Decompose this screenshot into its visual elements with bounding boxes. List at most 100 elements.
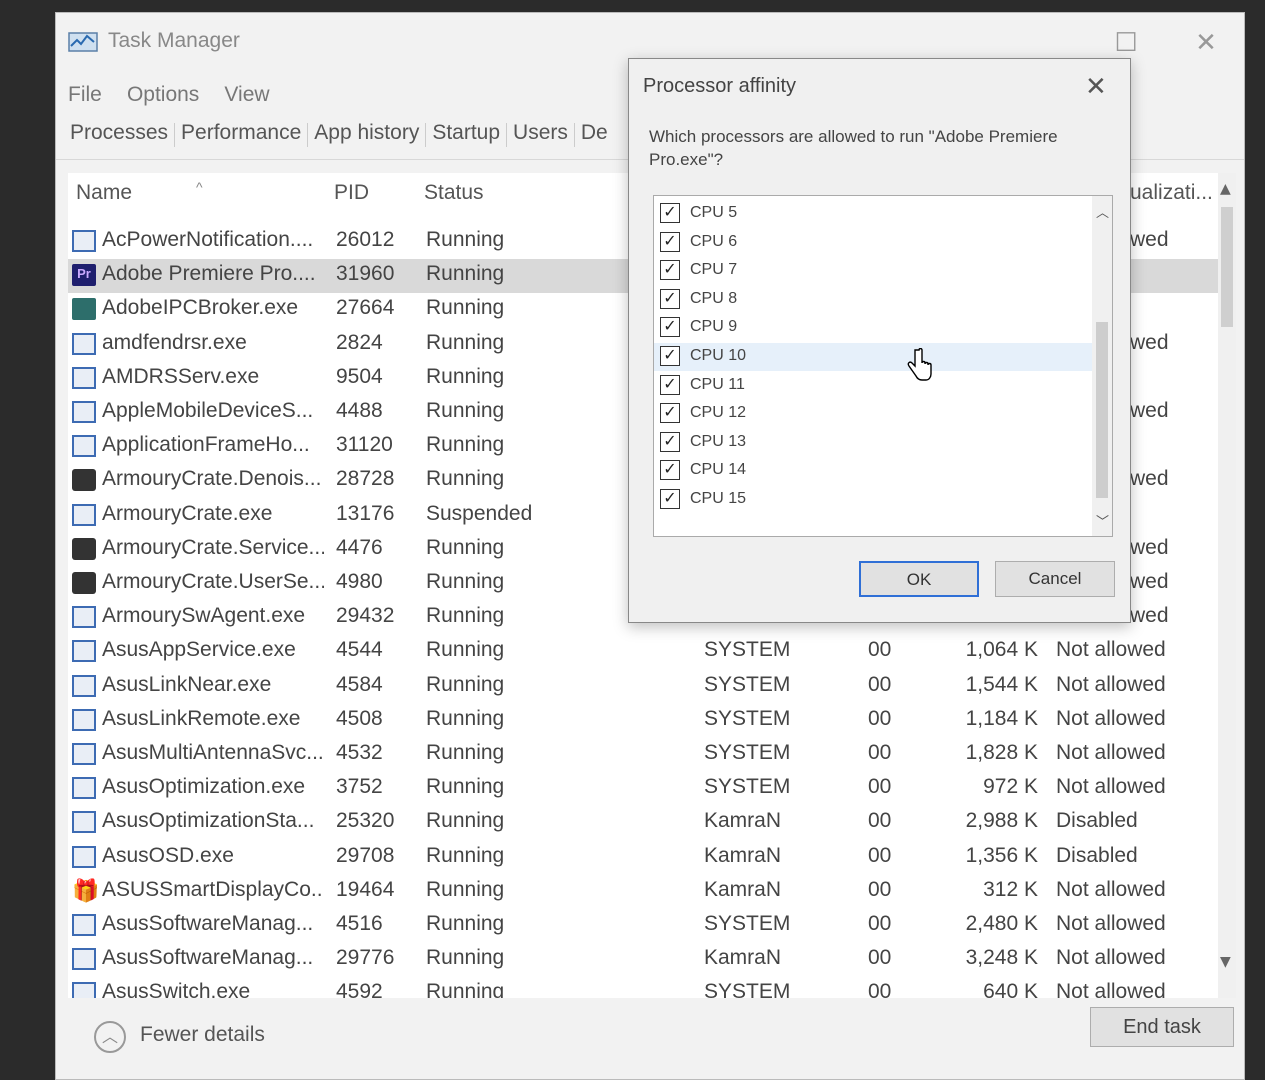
window-app-icon	[72, 948, 96, 971]
table-row[interactable]: AsusOptimizationSta... 25320 Running KamraN…	[68, 806, 1218, 840]
checkbox[interactable]: ✓	[660, 260, 680, 281]
close-button[interactable]: ✕	[1176, 21, 1236, 65]
cpu-label: CPU 5	[690, 204, 738, 221]
checkbox[interactable]: ✓	[660, 317, 680, 338]
menu-options[interactable]: Options	[127, 75, 199, 115]
table-row[interactable]: AsusLinkRemote.exe 4508 Running SYSTEM 00 1,1…	[68, 704, 1218, 738]
process-pid: 4544	[336, 638, 383, 662]
table-row[interactable]: AsusLinkNear.exe 4584 Running SYSTEM 00 1,544…	[68, 670, 1218, 704]
cpu-list-scrollbar[interactable]: ︿ ﹀	[1092, 196, 1112, 536]
table-row[interactable]: 🎁 ASUSSmartDisplayCo... 19464 Running KamraN…	[68, 875, 1218, 909]
process-uac: Not allowed	[1056, 706, 1166, 730]
process-name: ArmouryCrate.UserSe...	[102, 570, 324, 593]
cpu-option[interactable]: ✓ CPU 8	[654, 286, 1092, 314]
checkbox[interactable]: ✓	[660, 203, 680, 223]
process-user: KamraN	[704, 877, 782, 901]
process-pid: 28728	[336, 467, 395, 491]
task-manager-icon	[68, 32, 98, 52]
footer: ︿ Fewer details End task	[56, 1003, 1244, 1080]
menu-view[interactable]: View	[224, 75, 269, 115]
process-cpu: 00	[868, 741, 892, 764]
tab-users[interactable]: Users	[507, 113, 574, 153]
window-app-icon	[72, 708, 96, 731]
cpu-option[interactable]: ✓ CPU 5	[654, 200, 1092, 228]
checkbox[interactable]: ✓	[660, 489, 680, 509]
cpu-option[interactable]: ✓ CPU 15	[654, 486, 1092, 514]
tab-details[interactable]: De	[575, 113, 614, 153]
cpu-option[interactable]: ✓ CPU 12	[654, 400, 1092, 428]
process-user: SYSTEM	[704, 980, 791, 998]
tab-app-history[interactable]: App history	[308, 113, 425, 153]
window-app-icon	[72, 640, 96, 663]
process-status: Running	[426, 570, 505, 593]
cpu-label: CPU 13	[690, 432, 747, 450]
checkbox[interactable]: ✓	[660, 403, 680, 424]
checkbox[interactable]: ✓	[660, 431, 680, 452]
column-header-status[interactable]: Status	[424, 181, 484, 205]
scroll-thumb[interactable]	[1221, 207, 1233, 327]
cpu-scroll-down-icon[interactable]: ﹀	[1096, 511, 1109, 530]
column-header-name[interactable]: Name ^	[76, 179, 203, 205]
process-memory: 2,988 K	[965, 809, 1038, 833]
tab-startup[interactable]: Startup	[426, 113, 506, 153]
cpu-option[interactable]: ✓ CPU 7	[654, 257, 1092, 285]
checkbox[interactable]: ✓	[660, 231, 680, 252]
menu-file[interactable]: File	[68, 75, 102, 115]
checkbox[interactable]: ✓	[660, 374, 680, 395]
ok-button[interactable]: OK	[859, 561, 979, 597]
column-header-pid[interactable]: PID	[334, 181, 369, 205]
process-memory: 312 K	[983, 877, 1038, 901]
table-row[interactable]: AsusSoftwareManag... 29776 Running KamraN 00…	[68, 943, 1218, 977]
table-row[interactable]: AsusMultiAntennaSvc... 4532 Running SYSTEM 0…	[68, 738, 1218, 772]
process-uac: Not allowed	[1056, 980, 1166, 998]
table-row[interactable]: AsusSwitch.exe 4592 Running SYSTEM 00 640 K No…	[68, 977, 1218, 998]
process-name: AMDRSServ.exe	[102, 364, 260, 388]
process-status: Running	[426, 946, 505, 970]
chevron-up-icon[interactable]: ︿	[94, 1021, 126, 1053]
process-name: AsusMultiAntennaSvc...	[102, 741, 324, 764]
window-app-icon	[72, 811, 96, 834]
process-status: Running	[426, 672, 505, 696]
cpu-scroll-up-icon[interactable]: ︿	[1096, 202, 1109, 221]
process-name: AsusSwitch.exe	[102, 980, 251, 998]
checkbox[interactable]: ✓	[660, 346, 680, 366]
tab-processes[interactable]: Processes	[64, 113, 174, 153]
process-user: SYSTEM	[704, 775, 791, 799]
column-header-uac-virtualization[interactable]: ualizati...	[1130, 181, 1213, 205]
fewer-details-link[interactable]: Fewer details	[140, 1023, 265, 1047]
cpu-option[interactable]: ✓ CPU 9	[654, 314, 1092, 342]
process-memory: 1,828 K	[965, 741, 1038, 764]
dialog-close-icon[interactable]: ✕	[1085, 71, 1107, 102]
process-user: SYSTEM	[704, 672, 791, 696]
window-app-icon	[72, 366, 96, 389]
process-cpu: 00	[868, 775, 892, 799]
cpu-option[interactable]: ✓ CPU 13	[654, 429, 1092, 457]
table-row[interactable]: AsusOptimization.exe 3752 Running SYSTEM 00 9…	[68, 772, 1218, 806]
table-row[interactable]: AsusOSD.exe 29708 Running KamraN 00 1,356 K Di…	[68, 841, 1218, 875]
table-row[interactable]: AsusSoftwareManag... 4516 Running SYSTEM 00 2…	[68, 909, 1218, 943]
cpu-label: CPU 14	[690, 461, 747, 479]
cpu-option[interactable]: ✓ CPU 14	[654, 457, 1092, 485]
process-status: Running	[426, 706, 505, 730]
adobe-ipc-icon	[72, 298, 96, 321]
process-memory: 972 K	[983, 775, 1038, 799]
checkbox[interactable]: ✓	[660, 460, 680, 481]
cancel-button[interactable]: Cancel	[995, 561, 1115, 597]
dialog-question: Which processors are allowed to run "Ado…	[649, 127, 1058, 169]
table-row[interactable]: AsusAppService.exe 4544 Running SYSTEM 00 1,0…	[68, 635, 1218, 669]
tab-performance[interactable]: Performance	[175, 113, 307, 153]
end-task-button[interactable]: End task	[1090, 1007, 1234, 1047]
process-status: Running	[426, 877, 505, 901]
checkbox[interactable]: ✓	[660, 288, 680, 309]
process-list-scrollbar[interactable]: ▲ ▼	[1218, 173, 1236, 998]
cpu-option[interactable]: ✓ CPU 11	[654, 372, 1092, 400]
scroll-down-icon[interactable]: ▼	[1220, 954, 1231, 970]
process-pid: 4592	[336, 980, 383, 998]
cpu-option[interactable]: ✓ CPU 6	[654, 229, 1092, 257]
cpu-scroll-thumb[interactable]	[1096, 322, 1108, 498]
window-app-icon	[72, 503, 96, 526]
armoury-crate-icon	[72, 537, 96, 560]
scroll-up-icon[interactable]: ▲	[1220, 181, 1231, 197]
cpu-option[interactable]: ✓ CPU 10	[654, 343, 1092, 371]
window-app-icon	[72, 606, 96, 629]
